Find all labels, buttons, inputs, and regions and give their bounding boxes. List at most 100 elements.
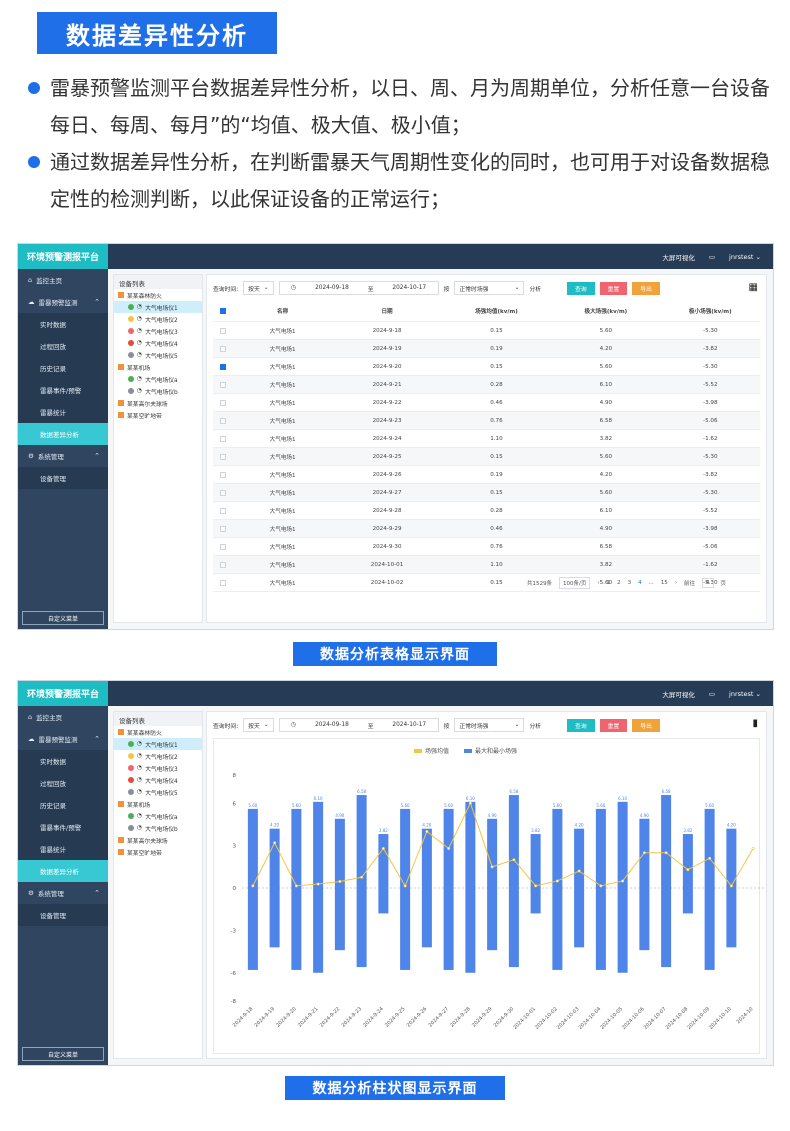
device-item[interactable]: ◔ 大气电场仪5 <box>114 349 202 361</box>
device-item[interactable]: ◔ 大气电场仪2 <box>114 750 202 762</box>
date-range-picker[interactable]: ◷ 2024-09-18 至 2024-10-17 <box>278 281 439 295</box>
sidebar-item-0[interactable]: ⌂ 监控主页 <box>18 706 108 728</box>
device-item[interactable]: ◔ 大气电场仪b <box>114 385 202 397</box>
export-button[interactable]: 导出 <box>632 718 660 732</box>
row-checkbox[interactable] <box>219 525 226 532</box>
sidebar-item-7[interactable]: 数据差异分析 <box>18 860 108 882</box>
export-button[interactable]: 导出 <box>632 281 660 295</box>
bar-chart-icon[interactable]: ▮ <box>752 718 758 729</box>
user-menu[interactable]: jnrstest ⌄ <box>729 253 761 261</box>
chevron-up-icon[interactable]: ⌃ <box>94 452 100 460</box>
device-item[interactable]: 某某森林防火 <box>114 289 202 301</box>
table-row[interactable]: 大气电场1 2024-9-20 0.15 5.60 -5.30 <box>213 358 760 376</box>
sidebar-item-2[interactable]: 实时数据 <box>18 750 108 772</box>
sidebar-item-6[interactable]: 雷暴统计 <box>18 838 108 860</box>
chevron-up-icon[interactable]: ⌃ <box>94 889 100 897</box>
sidebar-item-4[interactable]: 历史记录 <box>18 357 108 379</box>
page-number[interactable]: 2 <box>617 580 621 586</box>
row-checkbox[interactable] <box>219 435 226 442</box>
device-item[interactable]: 某某森林防火 <box>114 726 202 738</box>
select-all-checkbox[interactable] <box>219 308 226 314</box>
sidebar-item-4[interactable]: 历史记录 <box>18 794 108 816</box>
table-row[interactable]: 大气电场1 2024-9-27 0.15 5.60 -5.30 <box>213 484 760 502</box>
query-button[interactable]: 查询 <box>567 281 595 295</box>
custom-menu-button[interactable]: 自定义菜单 <box>22 611 104 625</box>
row-checkbox[interactable] <box>219 471 226 478</box>
row-checkbox[interactable] <box>219 561 226 568</box>
device-item[interactable]: ◔ 大气电场仪3 <box>114 762 202 774</box>
table-row[interactable]: 大气电场1 2024-9-21 0.28 6.10 -5.52 <box>213 376 760 394</box>
page-number[interactable]: 4 <box>638 580 642 586</box>
message-icon[interactable]: ▭ <box>709 690 715 698</box>
device-item[interactable]: 某某机场 <box>114 361 202 373</box>
reset-button[interactable]: 重置 <box>599 718 628 732</box>
device-item[interactable]: ◔ 大气电场仪4 <box>114 774 202 786</box>
message-icon[interactable]: ▭ <box>709 253 715 261</box>
row-checkbox[interactable] <box>219 507 226 514</box>
reset-button[interactable]: 重置 <box>599 281 628 295</box>
row-checkbox[interactable] <box>219 579 226 586</box>
sidebar-item-1[interactable]: ☁ 雷暴预警监测 ⌃ <box>18 291 108 313</box>
bigscreen-link[interactable]: 大屏可视化 <box>662 689 695 699</box>
prev-page-icon[interactable]: ‹ <box>597 580 599 586</box>
sidebar-item-2[interactable]: 实时数据 <box>18 313 108 335</box>
device-item[interactable]: ◔ 大气电场仪1 <box>114 301 202 313</box>
bigscreen-link[interactable]: 大屏可视化 <box>662 252 695 262</box>
next-page-icon[interactable]: › <box>675 580 677 586</box>
row-checkbox[interactable] <box>219 381 226 388</box>
period-select[interactable]: 按天 ⌄ <box>243 281 274 295</box>
period-select[interactable]: 按天 ⌄ <box>243 718 274 732</box>
table-row[interactable]: 大气电场1 2024-9-30 0.76 6.58 -5.06 <box>213 538 760 556</box>
row-checkbox[interactable] <box>219 363 226 370</box>
row-checkbox[interactable] <box>219 543 226 550</box>
device-item[interactable]: ◔ 大气电场仪2 <box>114 313 202 325</box>
sidebar-item-9[interactable]: 设备管理 <box>18 904 108 926</box>
page-number[interactable]: 3 <box>628 580 632 586</box>
query-button[interactable]: 查询 <box>567 718 595 732</box>
table-row[interactable]: 大气电场1 2024-9-28 0.28 6.10 -5.52 <box>213 502 760 520</box>
custom-menu-button[interactable]: 自定义菜单 <box>22 1047 104 1061</box>
table-row[interactable]: 大气电场1 2024-9-29 0.46 4.90 -3.98 <box>213 520 760 538</box>
sidebar-item-9[interactable]: 设备管理 <box>18 467 108 489</box>
table-row[interactable]: 大气电场1 2024-9-19 0.19 4.20 -3.82 <box>213 340 760 358</box>
device-item[interactable]: ◔ 大气电场仪a <box>114 373 202 385</box>
user-menu[interactable]: jnrstest ⌄ <box>729 690 761 698</box>
row-checkbox[interactable] <box>219 327 226 334</box>
table-row[interactable]: 大气电场1 2024-9-23 0.76 6.58 -5.06 <box>213 412 760 430</box>
table-row[interactable]: 大气电场1 2024-9-24 1.10 3.82 -1.62 <box>213 430 760 448</box>
sidebar-item-6[interactable]: 雷暴统计 <box>18 401 108 423</box>
grid-icon[interactable]: ▦ <box>749 282 758 293</box>
device-item[interactable]: ◔ 大气电场仪1 <box>114 738 202 750</box>
row-checkbox[interactable] <box>219 453 226 460</box>
page-number[interactable]: 15 <box>661 580 668 586</box>
device-item[interactable]: ◔ 大气电场仪b <box>114 822 202 834</box>
sidebar-item-7[interactable]: 数据差异分析 <box>18 423 108 445</box>
device-item[interactable]: 某某空旷地带 <box>114 409 202 421</box>
metric-select[interactable]: 正常时场强 ⌄ <box>454 281 525 295</box>
table-row[interactable]: 大气电场1 2024-9-18 0.15 5.60 -5.30 <box>213 322 760 340</box>
chevron-up-icon[interactable]: ⌃ <box>94 298 100 306</box>
row-checkbox[interactable] <box>219 345 226 352</box>
row-checkbox[interactable] <box>219 417 226 424</box>
sidebar-item-8[interactable]: ⚙ 系统管理 ⌃ <box>18 445 108 467</box>
device-item[interactable]: 某某高尔夫球场 <box>114 834 202 846</box>
sidebar-item-1[interactable]: ☁ 雷暴预警监测 ⌃ <box>18 728 108 750</box>
page-size-select[interactable]: 100条/页 <box>559 577 591 589</box>
row-checkbox[interactable] <box>219 399 226 406</box>
table-row[interactable]: 大气电场1 2024-9-26 0.19 4.20 -3.82 <box>213 466 760 484</box>
table-row[interactable]: 大气电场1 2024-10-01 1.10 3.82 -1.62 <box>213 556 760 574</box>
row-checkbox[interactable] <box>219 489 226 496</box>
page-number[interactable]: 1 <box>607 580 611 586</box>
metric-select[interactable]: 正常时场强 ⌄ <box>454 718 525 732</box>
device-item[interactable]: 某某高尔夫球场 <box>114 397 202 409</box>
device-item[interactable]: ◔ 大气电场仪3 <box>114 325 202 337</box>
sidebar-item-5[interactable]: 雷暴事件/预警 <box>18 379 108 401</box>
sidebar-item-3[interactable]: 过程回放 <box>18 335 108 357</box>
device-item[interactable]: 某某机场 <box>114 798 202 810</box>
table-row[interactable]: 大气电场1 2024-9-22 0.46 4.90 -3.98 <box>213 394 760 412</box>
chevron-up-icon[interactable]: ⌃ <box>94 735 100 743</box>
table-row[interactable]: 大气电场1 2024-9-25 0.15 5.60 -5.30 <box>213 448 760 466</box>
device-item[interactable]: ◔ 大气电场仪a <box>114 810 202 822</box>
sidebar-item-3[interactable]: 过程回放 <box>18 772 108 794</box>
sidebar-item-8[interactable]: ⚙ 系统管理 ⌃ <box>18 882 108 904</box>
